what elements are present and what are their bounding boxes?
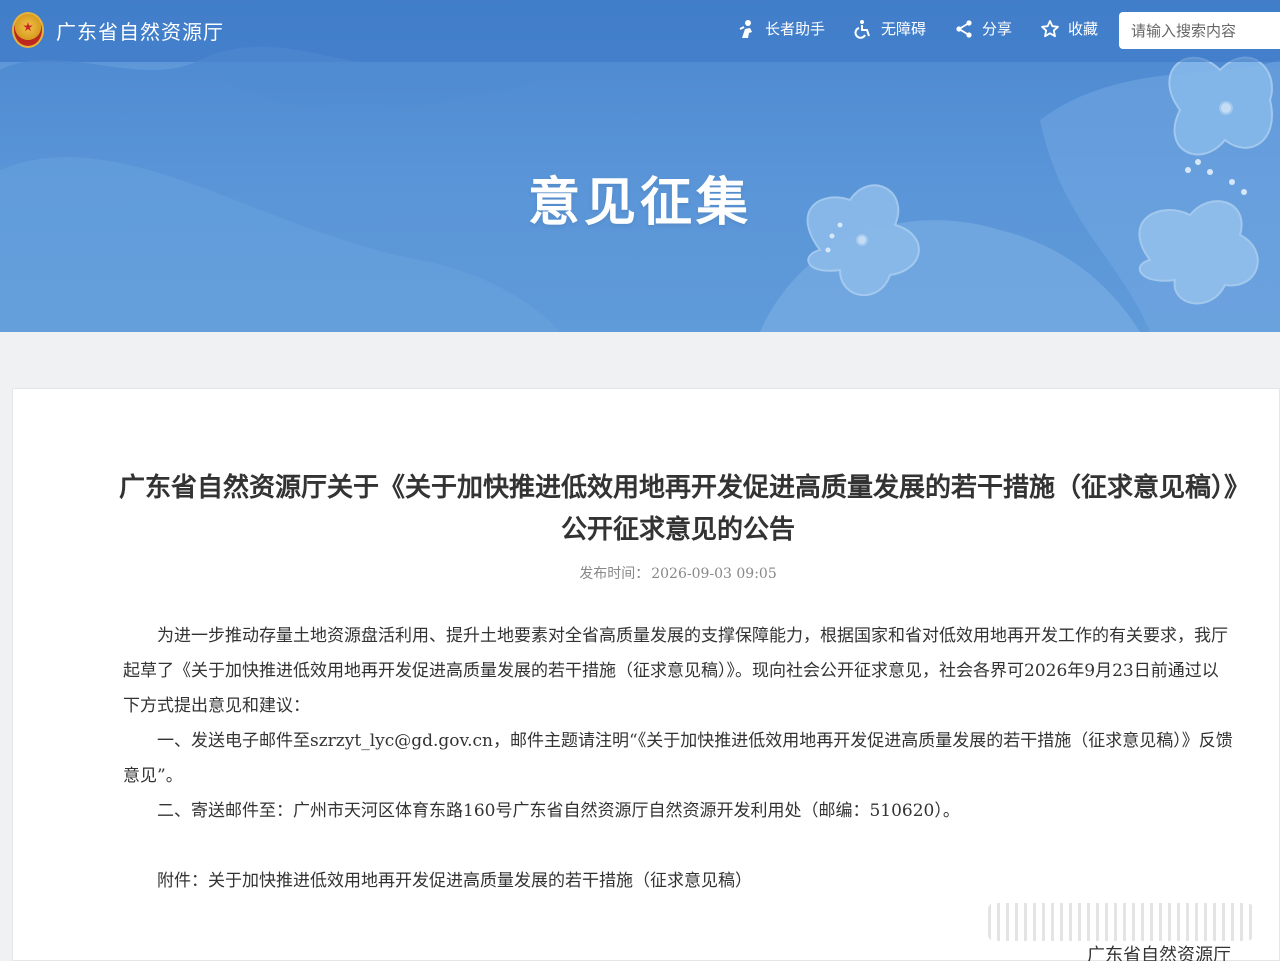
site-name: 广东省自然资源厅 — [56, 19, 224, 44]
paragraph-spacer — [123, 829, 1233, 864]
share-icon — [956, 19, 972, 38]
accessibility-label: 无障碍 — [880, 20, 926, 38]
elder-assist-button[interactable]: 长者助手 — [737, 18, 825, 39]
national-emblem-icon — [12, 12, 44, 48]
official-seal-mark — [988, 903, 1253, 941]
elder-assist-icon — [739, 19, 752, 38]
article-card: 广东省自然资源厅关于《关于加快推进低效用地再开发促进高质量发展的若干措施（征求意… — [12, 388, 1280, 961]
article-paragraph: 二、寄送邮件至：广州市天河区体育东路160号广东省自然资源厅自然资源开发利用处（… — [157, 801, 960, 821]
elder-assist-label: 长者助手 — [764, 20, 825, 38]
article-paragraph: 为进一步推动存量土地资源盘活利用、提升土地要素对全省高质量发展的支撑保障能力，根… — [123, 626, 1228, 716]
article-paragraph: 一、发送电子邮件至szrzyt_lyc@gd.gov.cn，邮件主题请注明“《关… — [123, 731, 1233, 786]
banner-title: 意见征集 — [527, 173, 752, 233]
favorite-button[interactable]: 收藏 — [1040, 18, 1098, 39]
publish-label: 发布时间： — [579, 566, 650, 582]
article-body: 为进一步推动存量土地资源盘活利用、提升土地要素对全省高质量发展的支撑保障能力，根… — [123, 619, 1233, 899]
publish-time: 2026-09-03 09:05 — [651, 566, 777, 582]
share-label: 分享 — [981, 20, 1012, 38]
accessibility-button[interactable]: 无障碍 — [853, 18, 926, 39]
share-button[interactable]: 分享 — [954, 18, 1012, 39]
site-logo[interactable]: 广东省自然资源厅 — [12, 12, 224, 48]
accessibility-icon — [854, 19, 870, 39]
article-title: 广东省自然资源厅关于《关于加快推进低效用地再开发促进高质量发展的若干措施（征求意… — [118, 473, 1237, 545]
header-toolbar: 长者助手 无障碍 分享 收藏 — [737, 18, 1098, 39]
search-input[interactable] — [1119, 12, 1280, 49]
favorite-label: 收藏 — [1067, 20, 1098, 38]
publish-info: 发布时间： 2026-09-03 09:05 — [13, 563, 1280, 583]
attachment-link[interactable]: 附件：关于加快推进低效用地再开发促进高质量发展的若干措施（征求意见稿） — [123, 864, 1233, 899]
page-banner: 广东省自然资源厅 长者助手 无障碍 分享 收藏 请输入搜索内容 意见征集 — [0, 0, 1280, 332]
star-icon — [1041, 19, 1059, 37]
article-signature: 广东省自然资源厅 — [1087, 945, 1231, 961]
